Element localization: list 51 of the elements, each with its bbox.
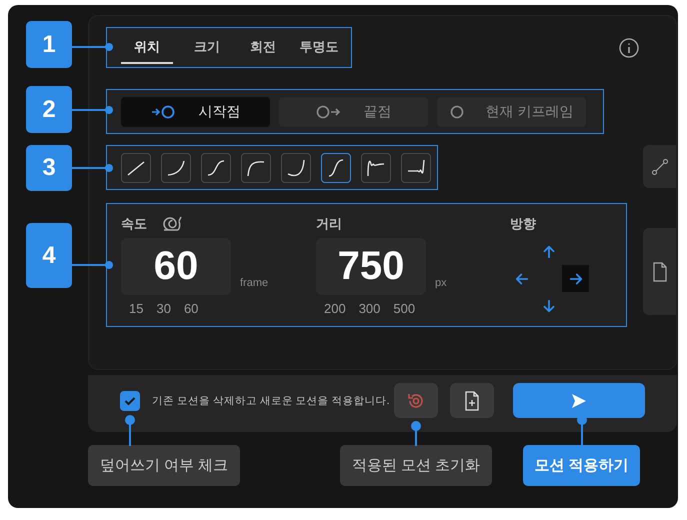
field-label: 속도 (121, 215, 147, 233)
step-badge: 3 (26, 145, 72, 191)
preset-option[interactable]: 300 (358, 301, 380, 316)
reset-button[interactable] (394, 383, 438, 418)
property-tab[interactable]: 투명도 (297, 32, 341, 64)
property-tab[interactable]: 위치 (121, 32, 173, 64)
easing-preset[interactable] (161, 152, 191, 182)
snail-icon (161, 215, 183, 233)
callout-label: 모션 적용하기 (523, 445, 640, 486)
circle-arrow-icon (316, 104, 342, 118)
field-label: 거리 (316, 215, 342, 233)
callout-label: 덮어쓰기 여부 체크 (88, 445, 240, 486)
property-tab[interactable]: 크기 (185, 32, 229, 64)
overwrite-label: 기존 모션을 삭제하고 새로운 모션을 적용합니다. (152, 394, 390, 408)
step-badge: 2 (26, 86, 72, 133)
document-tab[interactable] (643, 228, 676, 315)
distance-value-field[interactable]: 750 (316, 238, 426, 295)
easing-preset[interactable] (201, 152, 231, 182)
anchor-option[interactable]: 끝점 (279, 96, 428, 126)
circle-icon (450, 104, 464, 118)
field-label: 방향 (510, 215, 536, 233)
easing-preset[interactable] (401, 152, 431, 182)
callout-label: 적용된 모션 초기화 (340, 445, 492, 486)
easing-preset[interactable] (361, 152, 391, 182)
easing-preset[interactable] (121, 152, 151, 182)
unit-label: px (435, 277, 447, 289)
add-file-button[interactable] (450, 383, 494, 418)
overwrite-checkbox[interactable] (120, 390, 140, 410)
anchor-option[interactable]: 현재 키프레임 (437, 96, 586, 126)
easing-preset[interactable] (281, 152, 311, 182)
preset-option[interactable]: 30 (156, 301, 171, 316)
curve-editor-tab[interactable] (643, 145, 676, 188)
speed-value-field[interactable]: 60 (121, 238, 231, 295)
document-icon (652, 262, 668, 282)
anchor-option[interactable]: 시작점 (121, 96, 270, 126)
direction-button[interactable] (562, 265, 589, 292)
step-badge: 4 (26, 223, 72, 288)
info-icon[interactable] (619, 38, 639, 58)
preset-option[interactable]: 15 (129, 301, 144, 316)
play-icon (571, 392, 587, 408)
unit-label: frame (240, 277, 268, 289)
arrow-circle-icon (150, 104, 176, 118)
file-plus-icon (464, 390, 480, 410)
easing-preset[interactable] (241, 152, 271, 182)
easing-preset[interactable] (321, 152, 351, 182)
node-line-icon (650, 158, 668, 176)
preset-option[interactable]: 200 (324, 301, 346, 316)
step-badge: 1 (26, 21, 72, 68)
preset-option[interactable]: 500 (393, 301, 416, 316)
property-tab[interactable]: 회전 (241, 32, 285, 64)
preset-option[interactable]: 60 (184, 301, 198, 316)
